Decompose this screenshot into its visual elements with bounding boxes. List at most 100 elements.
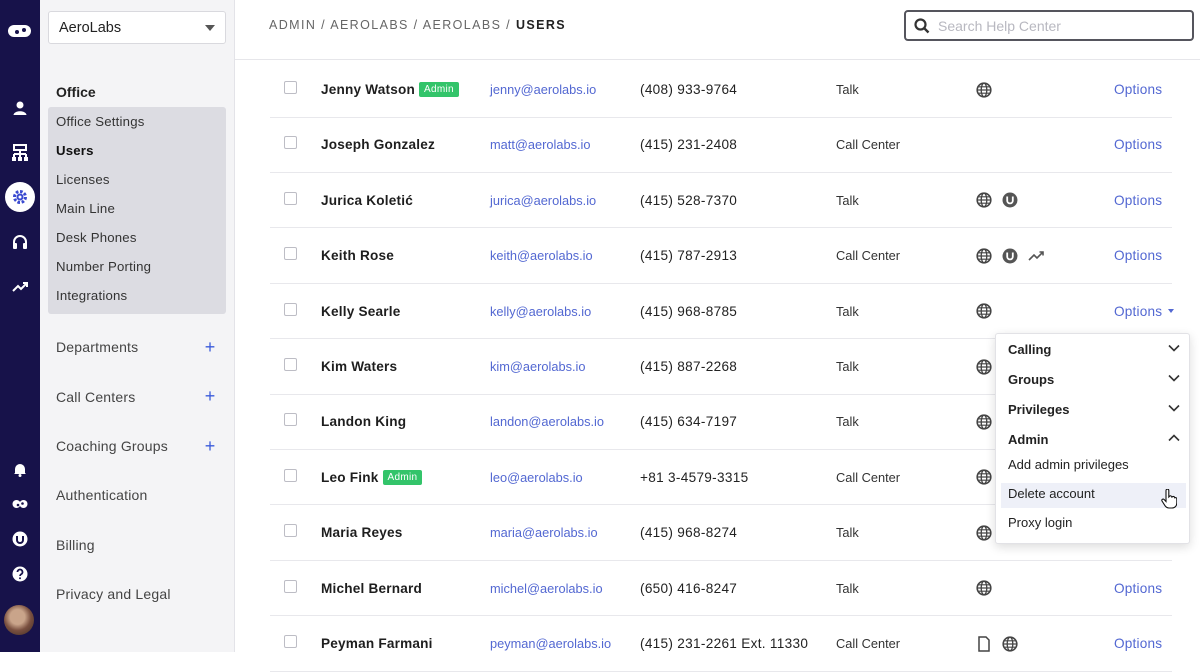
user-email[interactable]: landon@aerolabs.io (490, 394, 604, 449)
user-phone: (415) 231-2261 Ext. 11330 (640, 636, 809, 651)
user-email[interactable]: jenny@aerolabs.io (490, 62, 596, 117)
user-email[interactable]: kim@aerolabs.io (490, 339, 586, 394)
row-checkbox[interactable] (284, 468, 297, 482)
options-button[interactable]: Options (1114, 284, 1175, 339)
menu-section-groups[interactable]: Groups (1008, 372, 1180, 387)
table-row[interactable]: Jenny Watson Admin jenny@aerolabs.io (408) … (270, 62, 1172, 118)
add-department-icon[interactable]: + (204, 338, 216, 356)
org-select[interactable]: AeroLabs (48, 11, 226, 44)
user-name[interactable]: Joseph Gonzalez (321, 137, 435, 152)
org-chart-icon[interactable] (0, 139, 40, 167)
avatar[interactable] (4, 605, 34, 635)
user-email[interactable]: jurica@aerolabs.io (490, 173, 596, 228)
options-button[interactable]: Options (1114, 62, 1162, 117)
sidebar-item-integrations[interactable]: Integrations (56, 288, 127, 303)
user-name-cell[interactable]: Landon King (321, 394, 406, 449)
person-icon[interactable] (0, 94, 40, 122)
sidebar-item-coaching-groups[interactable]: Coaching Groups (56, 438, 226, 454)
gear-icon[interactable] (0, 182, 40, 212)
table-row[interactable]: Keith Rose keith@aerolabs.io (415) 787-291… (270, 228, 1172, 284)
help-icon[interactable] (0, 560, 40, 588)
user-license-type: Call Center (836, 636, 901, 651)
user-name-cell[interactable]: Leo Fink Admin (321, 450, 423, 505)
user-name[interactable]: Peyman Farmani (321, 636, 433, 651)
user-name[interactable]: Jenny Watson (321, 82, 415, 97)
user-name[interactable]: Maria Reyes (321, 525, 403, 540)
options-button[interactable]: Options (1114, 616, 1162, 671)
sidebar-item-call-centers[interactable]: Call Centers (56, 389, 226, 405)
user-email[interactable]: keith@aerolabs.io (490, 228, 593, 283)
user-name-cell[interactable]: Michel Bernard (321, 561, 422, 616)
user-email[interactable]: michel@aerolabs.io (490, 561, 603, 616)
sidebar-item-billing[interactable]: Billing (56, 537, 95, 553)
ucaas-icon[interactable] (0, 525, 40, 553)
row-checkbox[interactable] (284, 302, 297, 316)
dialpad-logo-icon[interactable] (0, 17, 40, 45)
user-name[interactable]: Jurica Koletić (321, 193, 413, 208)
headset-icon[interactable] (0, 228, 40, 256)
row-checkbox[interactable] (284, 635, 297, 648)
dialpad-small-icon[interactable] (0, 490, 40, 518)
globe-icon (976, 358, 992, 375)
user-name[interactable]: Landon King (321, 414, 406, 429)
menu-item-delete-account[interactable]: Delete account (1008, 486, 1180, 501)
breadcrumb-path[interactable]: ADMIN / AEROLABS / AEROLABS / (269, 18, 516, 32)
add-call-center-icon[interactable]: + (204, 387, 216, 405)
user-name-cell[interactable]: Kim Waters (321, 339, 397, 394)
sidebar-item-number-porting[interactable]: Number Porting (56, 259, 151, 274)
user-email[interactable]: kelly@aerolabs.io (490, 284, 591, 339)
user-name-cell[interactable]: Peyman Farmani (321, 616, 433, 671)
user-name[interactable]: Leo Fink (321, 470, 379, 485)
bell-icon[interactable] (0, 455, 40, 483)
menu-section-admin[interactable]: Admin (1008, 432, 1180, 447)
user-name[interactable]: Michel Bernard (321, 581, 422, 596)
sidebar-item-authentication[interactable]: Authentication (56, 487, 148, 503)
user-email[interactable]: matt@aerolabs.io (490, 117, 590, 172)
sidebar-item-departments[interactable]: Departments (56, 339, 226, 355)
options-button[interactable]: Options (1114, 228, 1162, 283)
sidebar-item-users[interactable]: Users (56, 143, 94, 158)
sidebar-item-office-settings[interactable]: Office Settings (56, 114, 145, 129)
menu-section-label: Calling (1008, 342, 1052, 357)
table-row[interactable]: Joseph Gonzalez matt@aerolabs.io (415) 231… (270, 117, 1172, 173)
sidebar-item-privacy-legal[interactable]: Privacy and Legal (56, 586, 171, 602)
menu-section-privileges[interactable]: Privileges (1008, 402, 1180, 417)
search-box[interactable] (904, 10, 1194, 41)
menu-section-calling[interactable]: Calling (1008, 342, 1180, 357)
options-button[interactable]: Options (1114, 561, 1162, 616)
menu-item-proxy-login[interactable]: Proxy login (1008, 515, 1180, 530)
user-name-cell[interactable]: Keith Rose (321, 228, 394, 283)
trend-icon[interactable] (0, 273, 40, 301)
sidebar-item-licenses[interactable]: Licenses (56, 172, 110, 187)
row-checkbox[interactable] (284, 524, 297, 538)
user-name[interactable]: Keith Rose (321, 248, 394, 263)
user-name-cell[interactable]: Kelly Searle (321, 284, 400, 339)
row-checkbox[interactable] (284, 81, 297, 94)
options-button[interactable]: Options (1114, 117, 1162, 172)
user-email[interactable]: maria@aerolabs.io (490, 505, 598, 560)
user-name-cell[interactable]: Maria Reyes (321, 505, 403, 560)
sidebar-item-desk-phones[interactable]: Desk Phones (56, 230, 137, 245)
user-name[interactable]: Kim Waters (321, 359, 397, 374)
user-name-cell[interactable]: Jenny Watson Admin (321, 62, 459, 117)
menu-item-add-admin[interactable]: Add admin privileges (1008, 457, 1180, 472)
row-checkbox[interactable] (284, 358, 297, 371)
row-checkbox[interactable] (284, 191, 297, 205)
sidebar-item-main-line[interactable]: Main Line (56, 201, 115, 216)
user-name[interactable]: Kelly Searle (321, 304, 400, 319)
row-checkbox[interactable] (284, 247, 297, 261)
row-checkbox[interactable] (284, 136, 297, 150)
options-button[interactable]: Options (1114, 173, 1162, 228)
table-row[interactable]: Michel Bernard michel@aerolabs.io (650) 41… (270, 561, 1172, 617)
search-input[interactable] (938, 17, 1178, 34)
table-row[interactable]: Peyman Farmani peyman@aerolabs.io (415) 23… (270, 616, 1172, 672)
user-name-cell[interactable]: Jurica Koletić (321, 173, 413, 228)
table-row[interactable]: Kelly Searle kelly@aerolabs.io (415) 968-8… (270, 284, 1175, 340)
add-coaching-group-icon[interactable]: + (204, 437, 216, 455)
user-email[interactable]: peyman@aerolabs.io (490, 616, 611, 671)
table-row[interactable]: Jurica Koletić jurica@aerolabs.io (415) 52… (270, 173, 1172, 229)
user-name-cell[interactable]: Joseph Gonzalez (321, 117, 435, 172)
user-email[interactable]: leo@aerolabs.io (490, 450, 583, 505)
row-checkbox[interactable] (284, 413, 297, 427)
row-checkbox[interactable] (284, 579, 297, 593)
